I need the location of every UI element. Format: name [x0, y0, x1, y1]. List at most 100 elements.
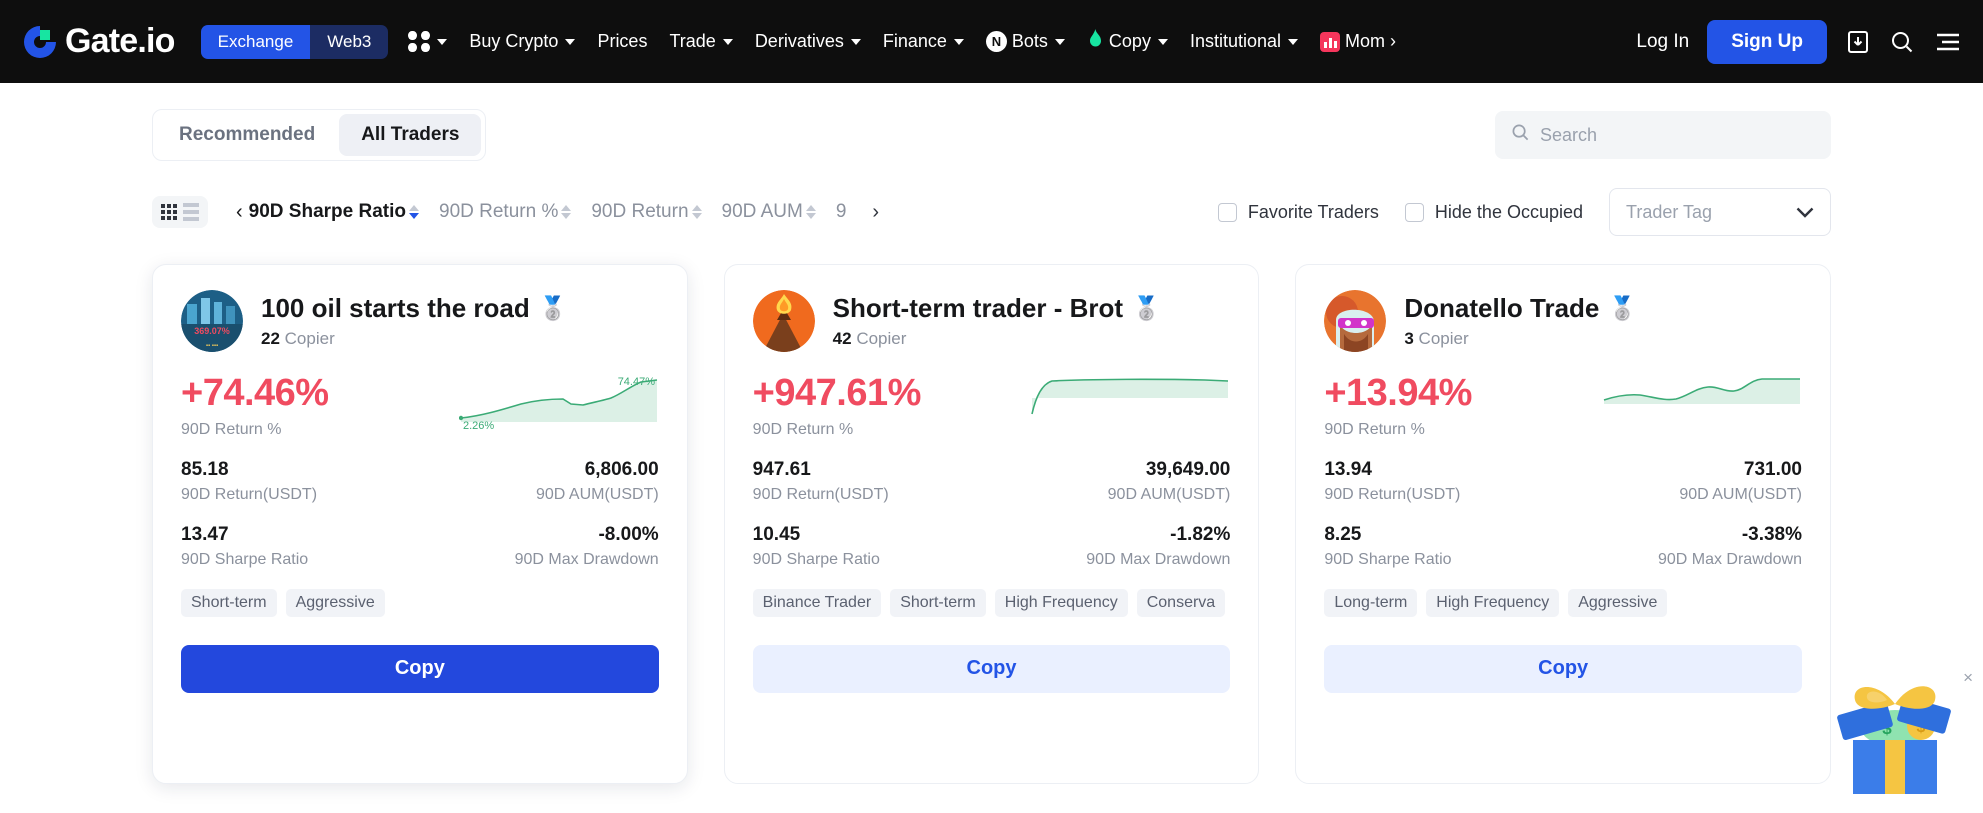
stat-label: 90D Max Drawdown: [1657, 550, 1803, 568]
nav-mom[interactable]: Mom ›: [1320, 31, 1396, 52]
return-block: +947.61% 90D Return %: [752, 372, 922, 439]
sort-90d-return[interactable]: 90D Return: [591, 201, 702, 223]
return-row: +74.46% 90D Return % 2.26% 74.47%: [181, 373, 659, 439]
nav-label: Mom: [1345, 31, 1386, 51]
nav-bots[interactable]: N Bots: [985, 31, 1065, 52]
stat-value: 731.00: [1743, 458, 1803, 480]
sort-truncated[interactable]: 9: [836, 201, 847, 223]
nav-label: Prices: [597, 31, 648, 51]
avatar[interactable]: [1324, 290, 1387, 352]
return-percent: +947.61%: [752, 372, 922, 414]
sort-90d-aum[interactable]: 90D AUM: [722, 201, 816, 223]
download-icon[interactable]: [1845, 29, 1871, 55]
stat-value: 85.18: [181, 458, 229, 480]
nav-trade[interactable]: Trade: [669, 31, 733, 52]
stat-value: 8.25: [1324, 523, 1362, 545]
flame-icon: [1087, 29, 1104, 54]
copier-count-row: 42 Copier: [833, 329, 1161, 349]
checkbox-icon: [1404, 202, 1424, 222]
stat-drawdown: -1.82% 90D Max Drawdown: [1086, 524, 1230, 569]
nav-finance[interactable]: Finance: [883, 31, 964, 52]
sort-scroll-left-button[interactable]: ‹: [230, 201, 249, 224]
sort-arrows-icon: [409, 205, 419, 219]
list-view-icon[interactable]: [183, 203, 199, 221]
copier-count-row: 22 Copier: [261, 329, 567, 349]
stat-label: 90D Return(USDT): [752, 485, 889, 503]
stat-drawdown: -8.00% 90D Max Drawdown: [515, 524, 659, 569]
bar-chart-icon: [1320, 31, 1341, 52]
trader-identity: 100 oil starts the road 🥈 22 Copier: [261, 293, 567, 349]
view-toggle[interactable]: [152, 196, 208, 228]
sparkline-start-label: 2.26%: [463, 420, 494, 432]
trader-tag: Conserva: [1136, 588, 1226, 617]
nav-copy[interactable]: Copy: [1087, 29, 1168, 54]
login-link[interactable]: Log In: [1636, 31, 1689, 53]
nav-prices[interactable]: Prices: [597, 31, 647, 52]
trader-tag: Short-term: [181, 588, 277, 617]
favorite-traders-checkbox[interactable]: Favorite Traders: [1217, 202, 1379, 223]
chevron-down-icon: [953, 38, 964, 45]
segment-web3[interactable]: Web3: [310, 24, 389, 59]
chevron-down-icon: [1054, 38, 1065, 45]
tabs-row: Recommended All Traders: [152, 83, 1831, 161]
product-segment-switch[interactable]: Exchange Web3: [200, 24, 389, 59]
gift-box-icon: $ $: [1837, 686, 1951, 794]
trader-tags: Long-term High Frequency Aggressive: [1324, 588, 1802, 617]
gateio-logo[interactable]: Gate.io: [18, 20, 175, 64]
trader-card[interactable]: Short-term trader - Brot 🥈 42 Copier +94…: [723, 264, 1260, 784]
stat-row: 10.45 90D Sharpe Ratio -1.82% 90D Max Dr…: [753, 524, 1231, 569]
stat-sharpe: 8.25 90D Sharpe Ratio: [1324, 524, 1451, 569]
sort-90d-return-pct[interactable]: 90D Return %: [439, 201, 572, 223]
nav-label: Institutional: [1189, 31, 1282, 51]
copier-label: Copier: [1418, 329, 1469, 348]
copy-button[interactable]: Copy: [181, 644, 659, 693]
sort-filter-row: ‹ 90D Sharpe Ratio 90D Return % 90D Retu…: [152, 188, 1831, 236]
search-input[interactable]: [1540, 124, 1815, 146]
nav-institutional[interactable]: Institutional: [1189, 31, 1299, 52]
trader-tag-select[interactable]: Trader Tag: [1609, 188, 1831, 236]
trader-tag-placeholder: Trader Tag: [1626, 201, 1713, 222]
search-icon[interactable]: [1889, 29, 1915, 55]
grid-view-icon[interactable]: [161, 204, 177, 220]
copy-button[interactable]: Copy: [752, 644, 1231, 693]
sort-arrows-icon: [805, 205, 816, 219]
sort-label: 90D AUM: [721, 201, 803, 222]
stats-block: 85.18 90D Return(USDT) 6,806.00 90D AUM(…: [181, 459, 659, 569]
nav-apps[interactable]: [408, 31, 448, 52]
sort-scroll-right-button[interactable]: ›: [866, 201, 885, 224]
gift-promo[interactable]: × $ $: [1825, 662, 1975, 802]
stats-block: 947.61 90D Return(USDT) 39,649.00 90D AU…: [753, 459, 1231, 569]
chevron-down-icon: [1796, 202, 1814, 223]
avatar[interactable]: 369.07% ▪▪ ▪▪▪: [181, 290, 243, 352]
nav-derivatives[interactable]: Derivatives: [755, 31, 861, 52]
logo-text: Gate.io: [65, 22, 175, 60]
trader-card[interactable]: 369.07% ▪▪ ▪▪▪ 100 oil starts the road 🥈…: [152, 264, 688, 784]
chevron-right-icon: ›: [1390, 31, 1397, 51]
medal-icon: 🥈: [1132, 295, 1161, 321]
return-block: +74.46% 90D Return %: [181, 373, 329, 439]
hide-occupied-checkbox[interactable]: Hide the Occupied: [1404, 202, 1583, 223]
nav-label: Buy Crypto: [469, 31, 559, 51]
trader-card[interactable]: Donatello Trade 🥈 3 Copier +13.94% 90D R…: [1295, 264, 1832, 784]
chevron-down-icon: [850, 38, 861, 45]
stat-label: 90D Sharpe Ratio: [752, 550, 880, 568]
sort-90d-sharpe-ratio[interactable]: 90D Sharpe Ratio: [249, 201, 419, 223]
stat-return-usdt: 13.94 90D Return(USDT): [1324, 459, 1460, 504]
trader-tag: Short-term: [890, 588, 986, 617]
nav-buy-crypto[interactable]: Buy Crypto: [469, 31, 576, 52]
signup-button[interactable]: Sign Up: [1707, 19, 1827, 64]
trader-name: Short-term trader - Brot: [832, 293, 1124, 323]
tab-all-traders[interactable]: All Traders: [339, 114, 482, 156]
sort-arrows-icon: [691, 205, 702, 219]
avatar[interactable]: [752, 290, 815, 352]
stat-aum-usdt: 39,649.00 90D AUM(USDT): [1108, 459, 1231, 504]
menu-icon[interactable]: [1933, 30, 1961, 54]
segment-exchange[interactable]: Exchange: [200, 24, 311, 59]
search-box[interactable]: [1495, 111, 1831, 159]
close-icon[interactable]: ×: [1963, 668, 1973, 688]
return-block: +13.94% 90D Return %: [1324, 373, 1472, 439]
chevron-down-icon: [437, 38, 448, 45]
header-right-actions: Log In Sign Up: [1636, 19, 1961, 64]
copy-button[interactable]: Copy: [1324, 644, 1803, 693]
tab-recommended[interactable]: Recommended: [157, 114, 337, 156]
